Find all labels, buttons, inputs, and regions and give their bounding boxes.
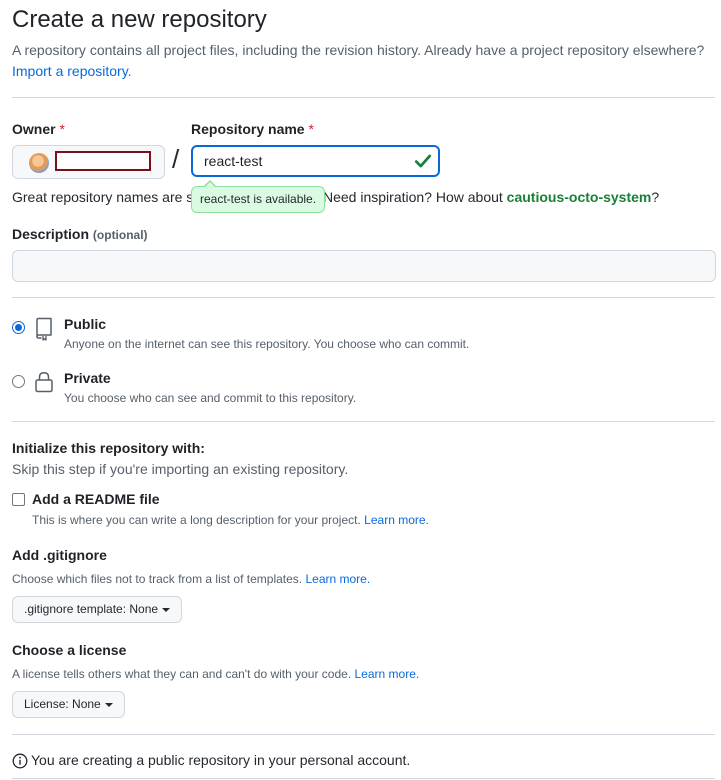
availability-tooltip: react-test is available.	[191, 186, 326, 213]
license-desc-text: A license tells others what they can and…	[12, 667, 352, 681]
initialize-desc: Skip this step if you're importing an ex…	[12, 461, 349, 477]
info-icon	[12, 753, 28, 769]
gitignore-desc-text: Choose which files not to track from a l…	[12, 572, 303, 586]
page-subtitle: A repository contains all project files,…	[12, 40, 712, 82]
caret-down-icon	[162, 607, 171, 612]
check-icon	[414, 154, 432, 168]
gitignore-learn-more-link[interactable]: Learn more.	[305, 572, 370, 586]
owner-name-redacted	[55, 151, 151, 171]
description-label: Description (optional)	[12, 226, 148, 242]
repo-name-required-mark: *	[308, 121, 314, 137]
public-option-title: Public	[64, 316, 107, 332]
caret-down-icon	[104, 702, 113, 707]
page-title: Create a new repository	[12, 6, 267, 33]
repo-name-label-text: Repository name	[191, 121, 305, 137]
license-dropdown-label: License: None	[24, 697, 101, 711]
divider	[12, 421, 715, 422]
import-repository-link[interactable]: Import a repository.	[12, 63, 132, 79]
initialize-title: Initialize this repository with:	[12, 440, 205, 456]
license-title: Choose a license	[12, 642, 127, 658]
readme-desc-text: This is where you can write a long descr…	[32, 513, 361, 527]
owner-label-text: Owner	[12, 121, 56, 137]
gitignore-dropdown-label: .gitignore template: None	[24, 602, 159, 616]
inspiration-text: Need inspiration? How about	[323, 189, 503, 205]
license-learn-more-link[interactable]: Learn more.	[355, 667, 420, 681]
readme-label[interactable]: Add a README file	[32, 491, 160, 507]
divider	[12, 97, 715, 98]
subtitle-text: A repository contains all project files,…	[12, 42, 705, 58]
owner-label: Owner *	[12, 121, 65, 137]
public-option-desc: Anyone on the internet can see this repo…	[64, 337, 470, 351]
gitignore-desc: Choose which files not to track from a l…	[12, 572, 370, 586]
readme-checkbox[interactable]	[12, 493, 25, 506]
repository-name-input[interactable]	[191, 145, 440, 177]
inspiration-suffix: ?	[651, 189, 660, 205]
readme-desc: This is where you can write a long descr…	[32, 513, 429, 527]
repo-name-hint-prefix: Great repository names are sh	[12, 189, 202, 205]
optional-tag: (optional)	[92, 228, 148, 242]
repo-name-label: Repository name *	[191, 121, 314, 137]
private-option-title: Private	[64, 370, 111, 386]
repo-book-icon	[36, 317, 52, 341]
license-desc: A license tells others what they can and…	[12, 667, 419, 681]
license-dropdown[interactable]: License: None	[12, 691, 125, 718]
readme-learn-more-link[interactable]: Learn more.	[364, 513, 429, 527]
repo-name-inspiration: Need inspiration? How about cautious-oct…	[323, 189, 659, 205]
gitignore-title: Add .gitignore	[12, 547, 107, 563]
owner-avatar	[29, 153, 49, 173]
owner-select-button[interactable]	[12, 145, 165, 179]
public-repo-notice: You are creating a public repository in …	[31, 752, 411, 768]
private-radio[interactable]	[12, 375, 25, 388]
description-label-text: Description	[12, 226, 90, 242]
divider	[12, 778, 715, 779]
public-radio[interactable]	[12, 321, 25, 334]
tooltip-arrow-inner	[204, 182, 216, 188]
lock-icon	[35, 372, 53, 393]
gitignore-template-dropdown[interactable]: .gitignore template: None	[12, 596, 183, 623]
divider	[12, 734, 715, 735]
description-input[interactable]	[12, 250, 716, 282]
owner-repo-separator: /	[172, 144, 180, 174]
suggested-name-link[interactable]: cautious-octo-system	[507, 189, 652, 205]
private-option-desc: You choose who can see and commit to thi…	[64, 391, 357, 405]
divider	[12, 297, 715, 298]
owner-required-mark: *	[59, 121, 65, 137]
